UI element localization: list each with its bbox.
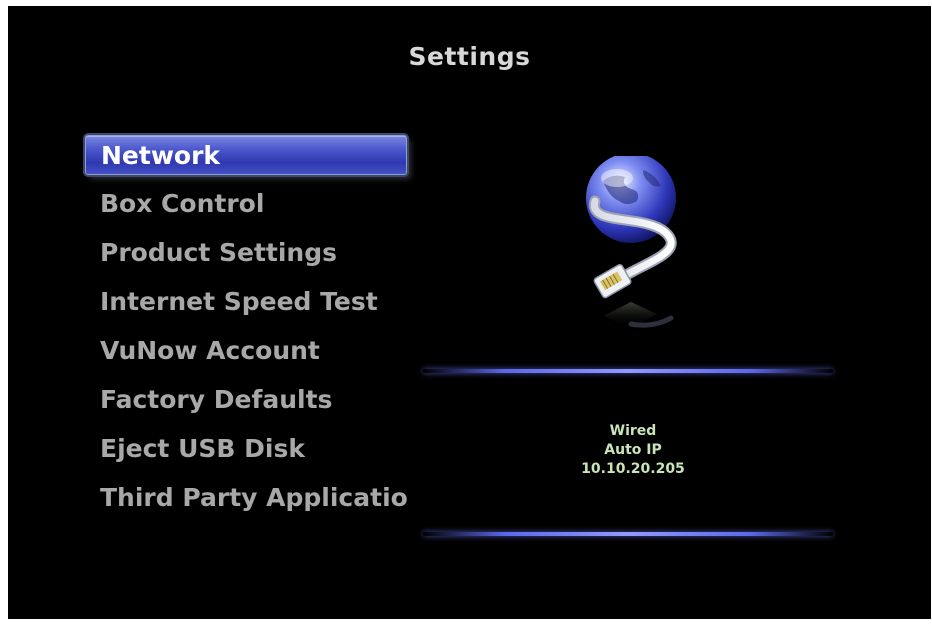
menu-item-eject-usb-disk[interactable]: Eject USB Disk: [100, 429, 305, 469]
menu-item-internet-speed-test[interactable]: Internet Speed Test: [100, 282, 378, 322]
divider-bottom: [423, 532, 833, 536]
menu-item-factory-defaults[interactable]: Factory Defaults: [100, 380, 332, 420]
ip-mode: Auto IP: [604, 442, 662, 458]
menu-item-network[interactable]: Network: [85, 135, 407, 175]
page-title: Settings: [408, 42, 531, 71]
menu-item-third-party-applications[interactable]: Third Party Applicatio: [100, 478, 408, 518]
network-status: Wired Auto IP 10.10.20.205: [528, 422, 738, 479]
divider-top: [423, 369, 833, 373]
ip-address: 10.10.20.205: [581, 461, 685, 477]
connection-type: Wired: [609, 423, 657, 439]
menu-item-vunow-account[interactable]: VuNow Account: [100, 331, 320, 371]
settings-screen: Settings Network Box Control Product Set…: [8, 6, 931, 619]
menu-item-box-control[interactable]: Box Control: [100, 184, 264, 224]
menu-item-product-settings[interactable]: Product Settings: [100, 233, 337, 273]
globe-ethernet-icon: [586, 156, 677, 328]
